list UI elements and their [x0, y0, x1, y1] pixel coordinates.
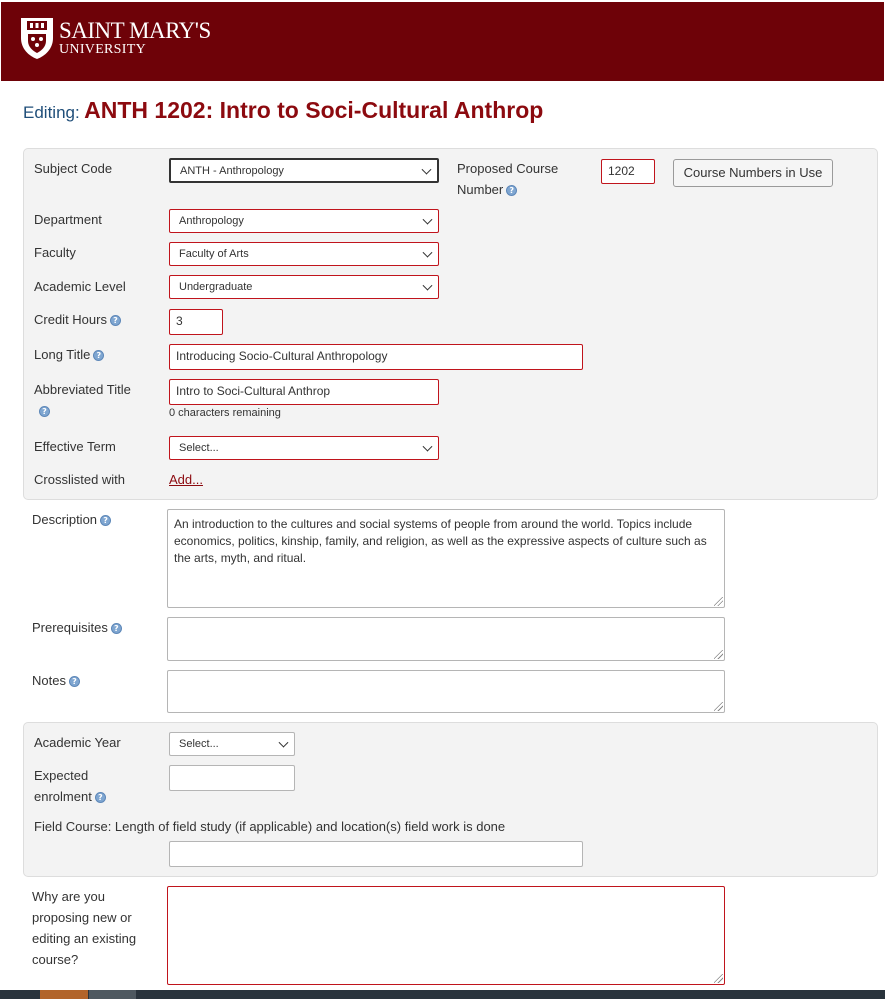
chevron-down-icon — [421, 164, 432, 175]
notes-textarea[interactable] — [167, 670, 725, 713]
page-title-prefix: Editing: — [23, 103, 80, 122]
logo-subtitle: UNIVERSITY — [59, 42, 146, 57]
shield-crest-icon — [21, 18, 53, 59]
crosslisted-label: Crosslisted with — [34, 472, 126, 487]
academic-year-select[interactable]: Select... — [169, 732, 295, 756]
effective-term-label: Effective Term — [34, 439, 116, 454]
resize-grip-icon[interactable] — [714, 650, 723, 659]
characters-remaining: 0 characters remaining — [169, 407, 281, 419]
subject-code-label: Subject Code — [34, 161, 113, 176]
footer-bar — [0, 990, 885, 999]
university-logo[interactable]: SAINT MARY'S UNIVERSITY — [19, 14, 211, 62]
page-title-course: ANTH 1202: Intro to Soci-Cultural Anthro… — [84, 97, 544, 123]
resize-grip-icon[interactable] — [714, 702, 723, 711]
help-icon[interactable]: ? — [110, 623, 122, 635]
subject-code-select[interactable]: ANTH - Anthropology — [169, 158, 439, 183]
prerequisites-textarea[interactable] — [167, 617, 725, 661]
field-course-label: Field Course: Length of field study (if … — [34, 819, 506, 834]
abbreviated-title-input[interactable]: Intro to Soci-Cultural Anthrop — [169, 379, 439, 405]
footer-tab[interactable] — [40, 990, 88, 999]
help-icon[interactable]: ? — [93, 350, 105, 362]
help-icon[interactable]: ? — [109, 315, 121, 327]
course-numbers-in-use-button[interactable]: Course Numbers in Use — [673, 159, 833, 187]
academic-level-label: Academic Level — [34, 279, 126, 294]
proposed-number-input[interactable]: 1202 — [601, 159, 655, 184]
credit-hours-input[interactable]: 3 — [169, 309, 223, 335]
course-info-panel — [23, 148, 878, 500]
footer-tab[interactable] — [89, 990, 136, 999]
notes-label: Notes? — [32, 670, 80, 691]
help-icon[interactable]: ? — [94, 792, 106, 804]
academic-level-select[interactable]: Undergraduate — [169, 275, 439, 299]
description-label: Description? — [32, 509, 112, 530]
why-textarea[interactable] — [167, 886, 725, 985]
long-title-label: Long Title? — [34, 344, 105, 365]
chevron-down-icon — [278, 737, 289, 748]
long-title-input[interactable]: Introducing Socio-Cultural Anthropology — [169, 344, 583, 370]
abbreviated-title-label: Abbreviated Title? — [34, 382, 131, 418]
page-title: Editing: ANTH 1202: Intro to Soci-Cultur… — [23, 97, 543, 124]
crosslisted-add-link[interactable]: Add... — [169, 472, 203, 487]
help-icon[interactable]: ? — [100, 515, 112, 527]
department-label: Department — [34, 212, 102, 227]
site-header: SAINT MARY'S UNIVERSITY — [1, 2, 884, 81]
help-icon[interactable]: ? — [39, 406, 50, 418]
faculty-label: Faculty — [34, 245, 76, 260]
expected-enrolment-label: Expected enrolment? — [34, 765, 134, 807]
department-select[interactable]: Anthropology — [169, 209, 439, 233]
resize-grip-icon[interactable] — [714, 974, 723, 983]
proposed-number-label: Proposed Course Number? — [457, 161, 559, 197]
faculty-select[interactable]: Faculty of Arts — [169, 242, 439, 266]
chevron-down-icon — [422, 247, 433, 258]
help-icon[interactable]: ? — [68, 676, 80, 688]
prerequisites-label: Prerequisites? — [32, 617, 122, 638]
academic-year-label: Academic Year — [34, 735, 121, 750]
logo-name: SAINT MARY'S — [59, 18, 211, 43]
chevron-down-icon — [422, 280, 433, 291]
chevron-down-icon — [422, 214, 433, 225]
help-icon[interactable]: ? — [506, 185, 518, 197]
description-textarea[interactable]: An introduction to the cultures and soci… — [167, 509, 725, 608]
resize-grip-icon[interactable] — [714, 597, 723, 606]
field-course-input[interactable] — [169, 841, 583, 867]
expected-enrolment-input[interactable] — [169, 765, 295, 791]
credit-hours-label: Credit Hours? — [34, 309, 121, 330]
why-label: Why are you proposing new or editing an … — [32, 889, 137, 967]
effective-term-select[interactable]: Select... — [169, 436, 439, 460]
chevron-down-icon — [422, 441, 433, 452]
